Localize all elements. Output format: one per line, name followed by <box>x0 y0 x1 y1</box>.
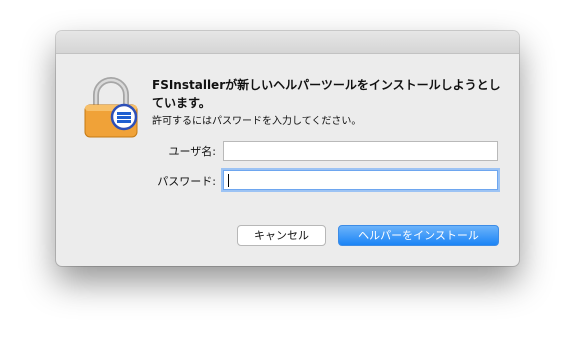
install-helper-button[interactable]: ヘルパーをインストール <box>338 225 499 246</box>
password-field[interactable] <box>223 170 498 190</box>
text-cursor <box>228 174 229 187</box>
dialog-message: FSInstallerが新しいヘルパーツールをインストールしようとしています。 <box>152 78 501 110</box>
dialog-title-bar[interactable] <box>56 31 519 54</box>
authentication-dialog: FSInstallerが新しいヘルパーツールをインストールしようとしています。 … <box>56 31 519 266</box>
username-field[interactable] <box>223 141 498 161</box>
lock-icon <box>84 77 138 138</box>
username-label: ユーザ名: <box>168 145 217 158</box>
screen: FSInstallerが新しいヘルパーツールをインストールしようとしています。 … <box>0 0 575 346</box>
cancel-button[interactable]: キャンセル <box>237 225 326 246</box>
password-label: パスワード: <box>157 175 216 188</box>
fsinstaller-badge-icon <box>110 103 138 131</box>
dialog-info-text: 許可するにはパスワードを入力してください。 <box>152 116 362 127</box>
